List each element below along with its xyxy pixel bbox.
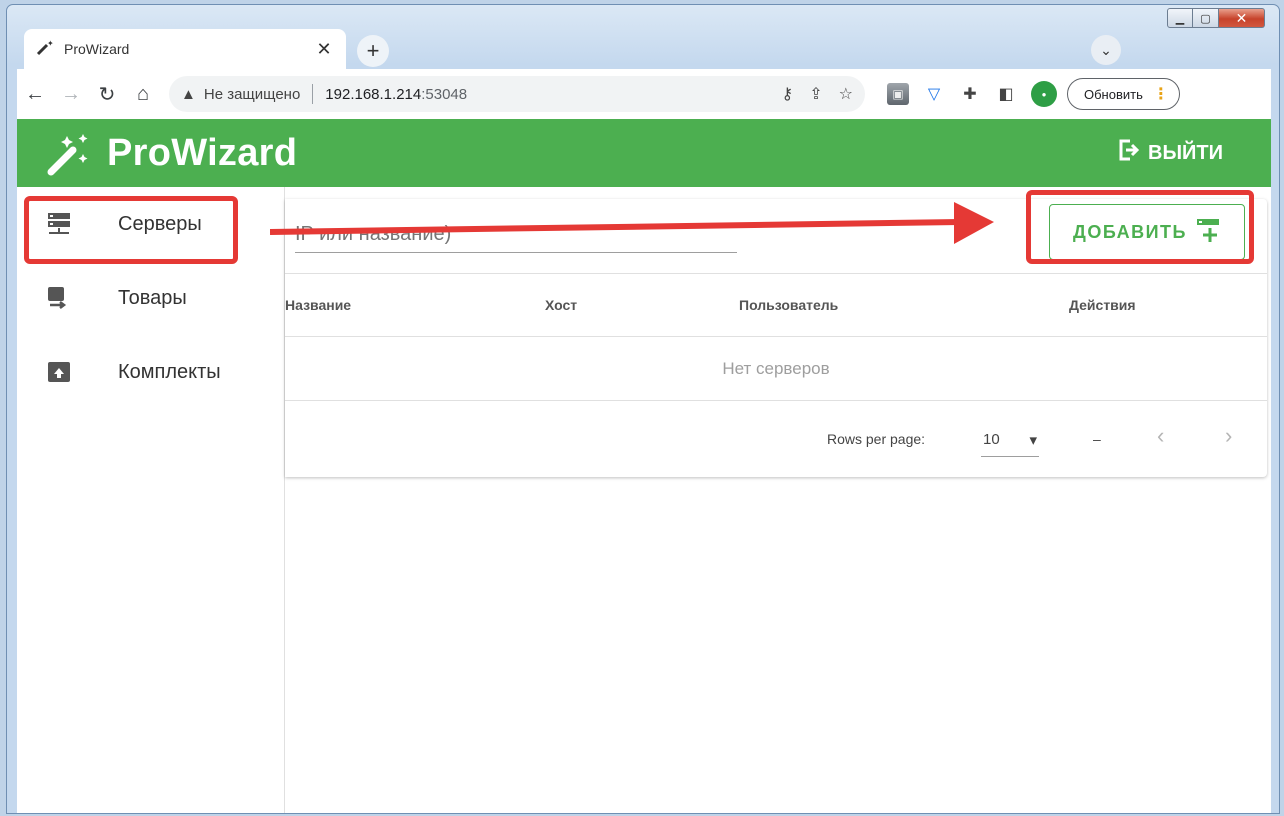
column-header-host[interactable]: Хост xyxy=(545,297,577,313)
page-range: – xyxy=(1093,431,1101,447)
extensions-area: ▣ ▽ ✚ ◧ ● xyxy=(887,81,1057,107)
close-window-button[interactable]: ✕ xyxy=(1219,8,1265,28)
highlight-add-box xyxy=(1026,190,1254,264)
omnibox-divider xyxy=(312,84,314,104)
tab-search-button[interactable]: ⌄ xyxy=(1091,35,1121,65)
products-icon xyxy=(45,284,73,312)
rows-per-page-label: Rows per page: xyxy=(827,431,926,447)
column-header-name[interactable]: Название xyxy=(285,297,351,313)
url-port: :53048 xyxy=(421,85,468,103)
reload-icon[interactable]: ↻ xyxy=(89,76,125,112)
annotation-arrow xyxy=(270,202,994,244)
menu-dots-icon[interactable]: ⋮ xyxy=(1153,84,1169,104)
caret-down-icon: ▾ xyxy=(1029,431,1037,449)
url-text[interactable]: 192.168.1.214:53048 xyxy=(325,86,467,103)
vpn-extension-icon[interactable]: ▽ xyxy=(923,83,945,105)
tab-title: ProWizard xyxy=(64,41,130,57)
wand-icon: ✦ xyxy=(36,38,54,61)
magic-wand-icon xyxy=(43,128,93,178)
app-header: ProWizard ВЫЙТИ xyxy=(17,119,1271,187)
photo-extension-icon[interactable]: ▣ xyxy=(887,83,909,105)
maximize-button[interactable]: ▢ xyxy=(1193,8,1219,28)
logout-label: ВЫЙТИ xyxy=(1148,141,1223,164)
prev-page-icon[interactable]: ‹ xyxy=(1157,423,1164,449)
next-page-icon[interactable]: › xyxy=(1225,423,1232,449)
omnibox-actions: ⚷ ⇪ ☆ xyxy=(782,84,853,104)
sidebar-item-products[interactable]: Товары xyxy=(17,261,284,335)
security-status[interactable]: Не защищено xyxy=(204,86,300,103)
profile-avatar-icon[interactable]: ● xyxy=(1031,81,1057,107)
kit-icon xyxy=(45,358,73,386)
rows-per-page-select[interactable]: 10 ▾ xyxy=(981,423,1039,457)
svg-text:✦: ✦ xyxy=(47,39,54,48)
browser-toolbar: ← → ↻ ⌂ ▲ Не защищено 192.168.1.214:5304… xyxy=(17,69,1271,119)
empty-table-message: Нет серверов xyxy=(285,337,1267,401)
address-bar[interactable]: ▲ Не защищено 192.168.1.214:53048 ⚷ ⇪ ☆ xyxy=(169,76,865,112)
tab-close-icon[interactable]: ✕ xyxy=(314,39,334,60)
update-button[interactable]: Обновить ⋮ xyxy=(1067,78,1180,110)
star-icon[interactable]: ☆ xyxy=(839,84,853,104)
column-header-actions: Действия xyxy=(1069,297,1136,313)
side-panel-icon[interactable]: ◧ xyxy=(995,83,1017,105)
sidebar: Серверы Товары Комплекты xyxy=(17,187,285,813)
table-header: Название Хост Пользователь Действия xyxy=(285,273,1267,337)
forward-icon[interactable]: → xyxy=(53,76,89,112)
key-icon[interactable]: ⚷ xyxy=(782,84,794,104)
update-label: Обновить xyxy=(1084,86,1143,102)
browser-window: ▁ ▢ ✕ ✦ ProWizard ✕ + ⌄ ← → ↻ ⌂ ▲ Не защ… xyxy=(6,4,1280,814)
minimize-button[interactable]: ▁ xyxy=(1167,8,1193,28)
logout-button[interactable]: ВЫЙТИ xyxy=(1116,137,1223,169)
share-icon[interactable]: ⇪ xyxy=(809,84,822,104)
rows-per-page-value: 10 xyxy=(983,431,1000,448)
highlight-servers-box xyxy=(24,196,238,264)
app-brand: ProWizard xyxy=(107,131,298,174)
logout-icon xyxy=(1116,137,1142,169)
url-host: 192.168.1.214 xyxy=(325,85,422,103)
window-controls: ▁ ▢ ✕ xyxy=(1167,8,1265,28)
column-header-user[interactable]: Пользователь xyxy=(739,297,838,313)
table-pagination: Rows per page: 10 ▾ – ‹ › xyxy=(285,401,1267,477)
sidebar-item-label: Комплекты xyxy=(118,360,221,383)
puzzle-icon[interactable]: ✚ xyxy=(959,83,981,105)
browser-tab[interactable]: ✦ ProWizard ✕ xyxy=(24,29,346,69)
home-icon[interactable]: ⌂ xyxy=(125,76,161,112)
new-tab-button[interactable]: + xyxy=(357,35,389,67)
back-icon[interactable]: ← xyxy=(17,76,53,112)
sidebar-item-label: Товары xyxy=(118,286,187,309)
warning-icon[interactable]: ▲ xyxy=(181,86,196,103)
sidebar-item-kits[interactable]: Комплекты xyxy=(17,335,284,409)
